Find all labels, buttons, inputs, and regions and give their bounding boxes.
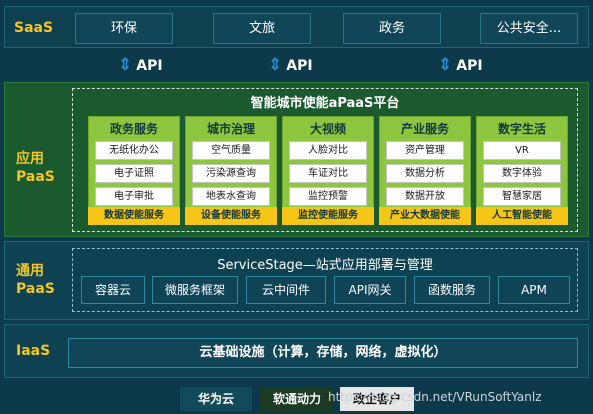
api-connector-1: ⇕ API <box>118 55 163 75</box>
gen-item-function-service: 函数服务 <box>414 276 490 304</box>
enabler-data: 数据使能服务 <box>88 207 180 225</box>
double-arrow-icon: ⇕ <box>268 55 283 75</box>
general-paas-label-line2: PaaS <box>16 281 55 297</box>
column-item: 数据开放 <box>386 187 464 206</box>
column-item: 车证对比 <box>289 164 367 183</box>
app-paas-label-line2: PaaS <box>16 169 55 185</box>
servicestage-title: ServiceStage—站式应用部署与管理 <box>217 258 433 273</box>
enabler-industry-bigdata: 产业大数据使能 <box>379 207 471 225</box>
column-title: 城市治理 <box>206 122 255 136</box>
gen-item-api-gateway: API网关 <box>334 276 406 304</box>
api-label: API <box>456 58 483 74</box>
column-title: 政务服务 <box>109 122 158 136</box>
iaas-label: IaaS <box>16 343 51 359</box>
double-arrow-icon: ⇕ <box>438 55 453 75</box>
column-item: 地表水查询 <box>192 187 270 206</box>
column-title: 产业服务 <box>400 122 449 136</box>
gen-item-container-cloud: 容器云 <box>81 276 145 304</box>
iaas-content: 云基础设施（计算，存储，网络，虚拟化） <box>68 338 578 368</box>
column-item: VR <box>483 141 561 160</box>
saas-item-public-safety: 公共安全... <box>480 13 578 44</box>
column-item: 监控预警 <box>289 187 367 206</box>
saas-label: SaaS <box>14 20 54 36</box>
column-item: 污染源查询 <box>192 164 270 183</box>
gen-item-apm: APM <box>498 276 570 304</box>
api-label: API <box>136 58 163 74</box>
gen-item-middleware: 云中间件 <box>246 276 326 304</box>
api-connector-3: ⇕ API <box>438 55 483 75</box>
column-item: 电子证照 <box>95 164 173 183</box>
gen-item-microservice: 微服务框架 <box>152 276 238 304</box>
saas-item-government: 政务 <box>343 13 441 44</box>
column-item: 智慧家居 <box>483 187 561 206</box>
column-item: 人脸对比 <box>289 141 367 160</box>
watermark: https://blog.csdn.net/VRunSoftYanlz <box>328 390 542 404</box>
saas-item-env: 环保 <box>75 13 173 44</box>
general-paas-label-line1: 通用 <box>16 263 44 279</box>
enabler-device: 设备使能服务 <box>185 207 277 225</box>
saas-item-tourism: 文旅 <box>213 13 311 44</box>
double-arrow-icon: ⇕ <box>118 55 133 75</box>
footer-tab-isoftstone: 软通动力 <box>260 387 334 411</box>
column-item: 数据分析 <box>386 164 464 183</box>
app-platform-title: 智能城市使能aPaaS平台 <box>250 96 400 111</box>
column-item: 电子审批 <box>95 187 173 206</box>
column-item: 资产管理 <box>386 141 464 160</box>
enabler-ai: 人工智能使能 <box>476 207 568 225</box>
app-paas-label-line1: 应用 <box>16 151 44 167</box>
column-title: 大视频 <box>309 122 346 136</box>
api-connector-2: ⇕ API <box>268 55 313 75</box>
enabler-monitoring: 监控使能服务 <box>282 207 374 225</box>
column-item: 空气质量 <box>192 141 270 160</box>
column-title: 数字生活 <box>497 122 546 136</box>
api-label: API <box>286 58 313 74</box>
column-item: 无纸化办公 <box>95 141 173 160</box>
column-item: 数字体验 <box>483 164 561 183</box>
footer-tab-huawei-cloud: 华为云 <box>180 387 252 411</box>
